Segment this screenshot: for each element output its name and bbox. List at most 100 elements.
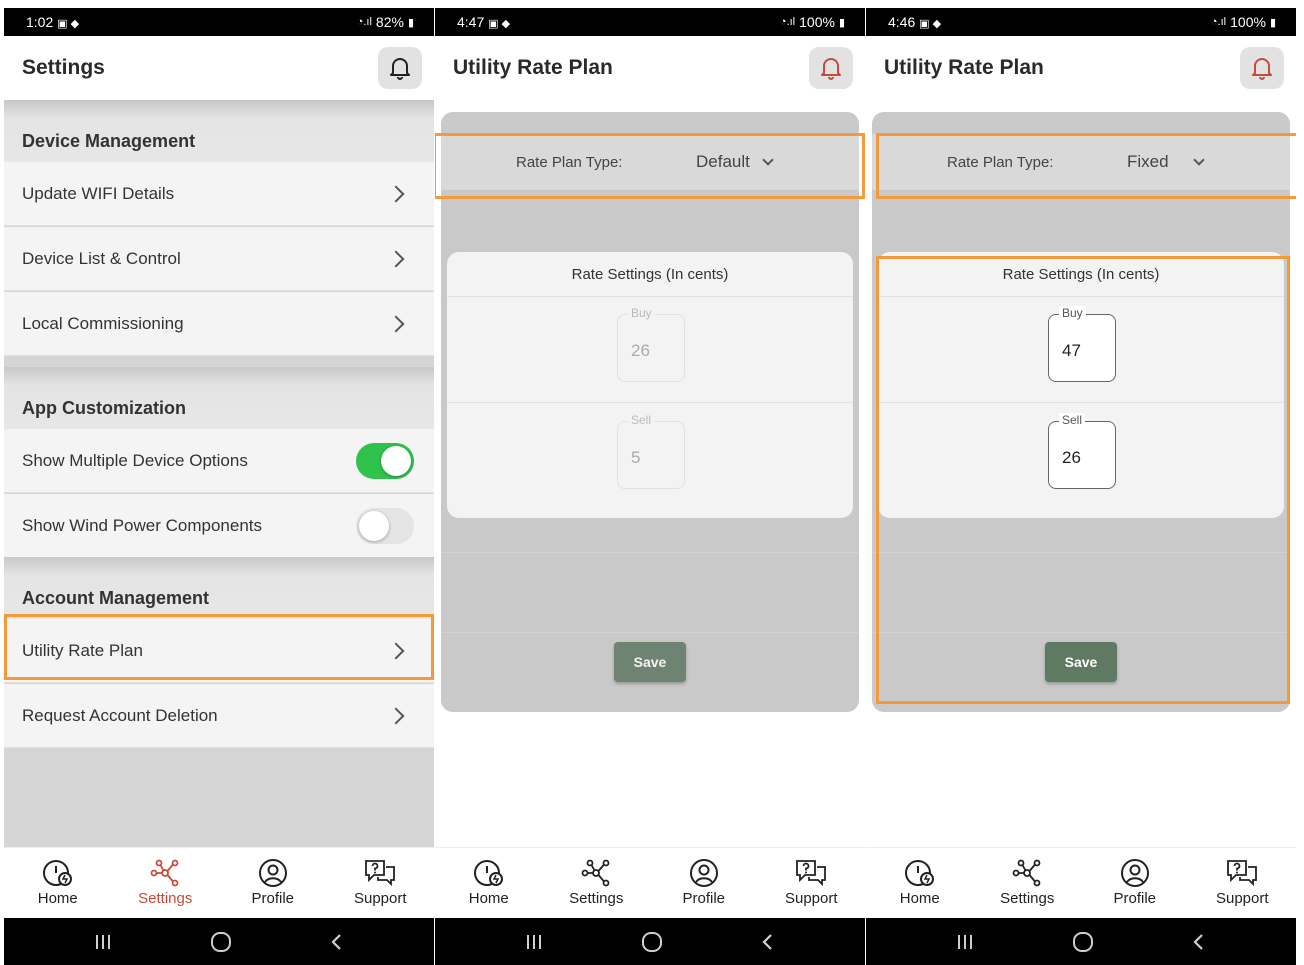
chat-help-icon <box>365 860 396 887</box>
rate-plan-content: Rate Plan Type: Fixed Rate Settings (In … <box>866 100 1296 847</box>
rate-plan-default-screen: 4:47 ▣ ◆ ◔.ıl 100% ▮ Utility Rate Plan Rat… <box>435 8 865 965</box>
chat-help-icon <box>796 860 827 887</box>
sell-value: 5 <box>631 448 641 467</box>
buy-label: Buy <box>1059 306 1086 320</box>
notifications-button[interactable] <box>809 47 853 89</box>
bottom-nav: Home Settings Profile Support <box>435 847 865 918</box>
nav-label: Home <box>468 890 509 907</box>
rate-settings-title: Rate Settings (In cents) <box>1002 266 1160 283</box>
rate-plan-type-label: Rate Plan Type: <box>516 153 623 171</box>
rate-plan-type-row: Rate Plan Type: Default <box>441 134 859 190</box>
recent-apps-icon[interactable] <box>955 933 975 951</box>
signal-icon: ◔.ıl <box>779 16 796 28</box>
system-nav-bar <box>866 918 1296 965</box>
chevron-right-icon <box>387 642 405 659</box>
divider <box>878 296 1284 297</box>
divider <box>441 632 859 633</box>
settings-item-utility-rate-plan[interactable]: Utility Rate Plan <box>4 619 434 683</box>
save-button[interactable]: Save <box>614 642 686 682</box>
chevron-right-icon <box>387 707 405 724</box>
wind-power-toggle[interactable] <box>356 507 414 544</box>
network-nodes-icon <box>150 859 179 887</box>
home-circle-icon[interactable] <box>1072 931 1094 953</box>
nav-label: Settings <box>1000 890 1055 907</box>
settings-list: Device Management Update WIFI Details De… <box>4 100 434 847</box>
settings-item-label: Utility Rate Plan <box>22 640 143 660</box>
app-bar: Utility Rate Plan <box>435 36 865 100</box>
status-time: 1:02 <box>26 14 54 30</box>
settings-item-device-list[interactable]: Device List & Control <box>4 227 434 291</box>
divider <box>872 632 1290 633</box>
settings-item-request-deletion[interactable]: Request Account Deletion <box>4 684 434 748</box>
bell-icon <box>390 58 410 80</box>
nav-label: Home <box>37 890 78 907</box>
divider <box>447 296 853 297</box>
buy-rate-field[interactable]: Buy 47 <box>1048 306 1116 382</box>
rate-plan-type-select[interactable]: Default <box>696 152 774 172</box>
multiple-devices-toggle[interactable] <box>356 442 414 479</box>
rate-plan-type-value: Fixed <box>1127 152 1169 171</box>
nav-profile[interactable]: Profile <box>219 848 327 918</box>
sell-rate-field: Sell 5 <box>617 413 685 489</box>
nav-label: Support <box>353 890 407 907</box>
gauge-icon <box>42 860 72 886</box>
nav-support[interactable]: Support <box>758 848 866 918</box>
divider <box>447 402 853 403</box>
settings-item-label: Show Wind Power Components <box>22 515 263 535</box>
status-icons-left: ▣ ◆ <box>488 18 511 30</box>
nav-label: Support <box>784 890 838 907</box>
bell-icon <box>1252 58 1272 80</box>
buy-label: Buy <box>628 306 655 320</box>
nav-label: Profile <box>1113 890 1157 907</box>
rate-plan-type-select[interactable]: Fixed <box>1127 152 1205 172</box>
settings-item-label: Local Commissioning <box>22 313 184 333</box>
system-nav-bar <box>4 918 434 965</box>
battery-level: 100% <box>1230 14 1266 30</box>
back-icon[interactable] <box>1191 932 1207 952</box>
recent-apps-icon[interactable] <box>524 933 544 951</box>
rate-plan-type-value: Default <box>696 152 750 171</box>
sell-value: 26 <box>1062 448 1081 467</box>
notifications-button[interactable] <box>1240 47 1284 89</box>
back-icon[interactable] <box>760 932 776 952</box>
status-bar: 4:46 ▣ ◆ ◔.ıl 100% ▮ <box>866 8 1296 36</box>
nav-support[interactable]: Support <box>1189 848 1297 918</box>
nav-label: Profile <box>682 890 726 907</box>
buy-value: 26 <box>631 341 650 360</box>
nav-home[interactable]: Home <box>866 848 974 918</box>
sell-rate-field[interactable]: Sell 26 <box>1048 413 1116 489</box>
settings-item-label: Device List & Control <box>22 248 181 268</box>
nav-profile[interactable]: Profile <box>1081 848 1189 918</box>
nav-support[interactable]: Support <box>327 848 435 918</box>
user-circle-icon <box>1120 859 1149 887</box>
bottom-nav: Home Settings Profile Support <box>4 847 434 918</box>
toggle-knob <box>359 510 389 541</box>
user-circle-icon <box>689 859 718 887</box>
home-circle-icon[interactable] <box>210 931 232 953</box>
nav-settings[interactable]: Settings <box>112 848 220 918</box>
save-button[interactable]: Save <box>1045 642 1117 682</box>
settings-item-label: Show Multiple Device Options <box>22 450 248 470</box>
nav-profile[interactable]: Profile <box>650 848 758 918</box>
battery-icon: ▮ <box>407 16 414 29</box>
settings-item-update-wifi[interactable]: Update WIFI Details <box>4 162 434 226</box>
divider <box>878 402 1284 403</box>
page-title: Utility Rate Plan <box>453 56 613 79</box>
nav-settings[interactable]: Settings <box>543 848 651 918</box>
gauge-icon <box>904 860 934 886</box>
network-nodes-icon <box>1012 859 1041 887</box>
nav-home[interactable]: Home <box>4 848 112 918</box>
app-bar: Utility Rate Plan <box>866 36 1296 100</box>
recent-apps-icon[interactable] <box>93 933 113 951</box>
settings-item-local-commissioning[interactable]: Local Commissioning <box>4 292 434 356</box>
home-circle-icon[interactable] <box>641 931 663 953</box>
back-icon[interactable] <box>329 932 345 952</box>
nav-home[interactable]: Home <box>435 848 543 918</box>
section-heading-account-management: Account Management <box>4 557 434 619</box>
notifications-button[interactable] <box>378 47 422 89</box>
nav-settings[interactable]: Settings <box>974 848 1082 918</box>
rate-plan-panel: Rate Plan Type: Fixed Rate Settings (In … <box>872 112 1290 712</box>
gauge-icon <box>473 860 503 886</box>
settings-toggle-wind-power: Show Wind Power Components <box>4 494 434 558</box>
status-time: 4:47 <box>457 14 485 30</box>
